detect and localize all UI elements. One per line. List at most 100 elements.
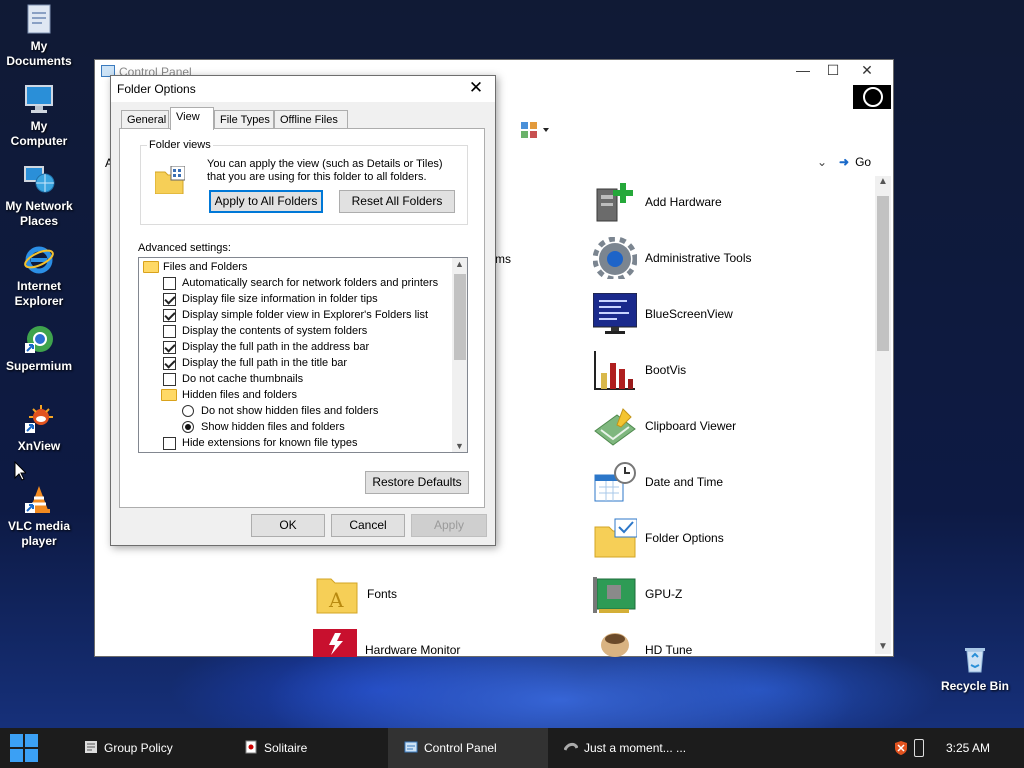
list-item[interactable]: Display the full path in the title bar <box>139 355 449 371</box>
start-button[interactable] <box>10 734 38 762</box>
scrollbar-thumb[interactable] <box>454 274 466 360</box>
chevron-down-icon[interactable]: ▼ <box>878 641 888 652</box>
desktop-icon-vlc-media-player[interactable]: VLC media player <box>0 483 78 549</box>
desktop-icon-label: Recycle Bin <box>940 679 1010 693</box>
desktop-icon-my-documents[interactable]: My Documents <box>0 3 78 69</box>
shield-icon[interactable] <box>894 740 908 756</box>
cancel-button[interactable]: Cancel <box>331 514 405 537</box>
close-icon[interactable]: ✕ <box>461 77 491 99</box>
folder-icon <box>161 389 177 401</box>
advanced-settings-label: Advanced settings: <box>138 242 231 254</box>
cp-item-label: Date and Time <box>645 475 724 489</box>
taskbar-item-browser[interactable]: Just a moment... ... <box>562 728 708 768</box>
dialog-titlebar[interactable]: Folder Options ✕ <box>111 76 495 102</box>
ok-button[interactable]: OK <box>251 514 325 537</box>
taskbar-item-solitaire[interactable]: Solitaire <box>242 728 388 768</box>
setting-radio[interactable] <box>182 421 194 433</box>
view-menu-button[interactable] <box>519 120 553 140</box>
list-item[interactable]: Hide extensions for known file types <box>139 435 449 451</box>
setting-label[interactable]: Hide extensions for known file types <box>182 435 357 451</box>
cp-item-label: Folder Options <box>645 531 724 545</box>
taskbar-clock[interactable]: 3:25 AM <box>946 741 990 755</box>
list-item[interactable]: Do not show hidden files and folders <box>139 403 449 419</box>
taskbar-item-label: Control Panel <box>424 741 497 755</box>
go-button[interactable]: ➜ Go <box>839 155 871 169</box>
control-panel-scrollbar[interactable]: ▲ ▼ <box>875 176 891 654</box>
solitaire-icon <box>244 740 258 754</box>
setting-label[interactable]: Display the contents of system folders <box>182 323 367 339</box>
cp-item-label: Clipboard Viewer <box>645 419 737 433</box>
setting-label[interactable]: Display simple folder view in Explorer's… <box>182 307 428 323</box>
taskbar-item-label: Just a moment... ... <box>584 741 687 755</box>
setting-label[interactable]: Display the full path in the address bar <box>182 339 369 355</box>
chevron-up-icon[interactable]: ▲ <box>878 176 888 187</box>
settings-scrollbar[interactable]: ▲ ▼ <box>452 258 467 452</box>
list-item[interactable]: Show hidden files and folders <box>139 419 449 435</box>
setting-label[interactable]: Show hidden files and folders <box>201 419 345 435</box>
search-icon[interactable] <box>853 85 891 109</box>
partial-item-label: ms <box>495 252 511 266</box>
bar-chart-icon <box>593 349 637 391</box>
setting-checkbox[interactable] <box>163 341 176 354</box>
setting-checkbox[interactable] <box>163 309 176 322</box>
setting-checkbox[interactable] <box>163 325 176 338</box>
desktop-icon-xnview[interactable]: XnView <box>0 403 78 454</box>
desktop-icon-recycle-bin[interactable]: Recycle Bin <box>936 643 1014 694</box>
chevron-down-icon[interactable]: ⌄ <box>817 155 827 169</box>
restore-defaults-button[interactable]: Restore Defaults <box>365 471 469 494</box>
taskbar-item-label: Solitaire <box>264 741 308 755</box>
close-button[interactable]: ✕ <box>857 62 877 80</box>
setting-checkbox[interactable] <box>163 293 176 306</box>
scrollbar-thumb[interactable] <box>877 196 889 351</box>
setting-label[interactable]: Do not show hidden files and folders <box>201 403 378 419</box>
desktop-icon-my-computer[interactable]: My Computer <box>0 83 78 149</box>
list-item[interactable]: Display simple folder view in Explorer's… <box>139 307 449 323</box>
setting-radio[interactable] <box>182 405 194 417</box>
list-item[interactable]: Do not cache thumbnails <box>139 371 449 387</box>
list-item[interactable]: Display file size information in folder … <box>139 291 449 307</box>
reset-all-folders-button[interactable]: Reset All Folders <box>339 190 455 213</box>
xnview-icon <box>23 403 55 435</box>
computer-icon <box>23 83 55 115</box>
cp-item-label: Hardware Monitor <box>365 643 461 657</box>
apply-to-all-folders-button[interactable]: Apply to All Folders <box>209 190 323 213</box>
usb-icon[interactable] <box>914 739 924 757</box>
cp-item-label: BootVis <box>645 363 687 377</box>
advanced-settings-list[interactable]: Files and Folders Automatically search f… <box>138 257 468 453</box>
setting-checkbox[interactable] <box>163 277 176 290</box>
desktop-icon-internet-explorer[interactable]: Internet Explorer <box>0 243 78 309</box>
tab-file-types[interactable]: File Types <box>214 110 274 129</box>
setting-label[interactable]: Display file size information in folder … <box>182 291 378 307</box>
folder-views-legend: Folder views <box>147 139 213 151</box>
setting-label[interactable]: Display the full path in the title bar <box>182 355 347 371</box>
desktop-icon-supermium[interactable]: Supermium <box>0 323 78 374</box>
maximize-button[interactable]: ☐ <box>823 62 843 80</box>
setting-label[interactable]: Do not cache thumbnails <box>182 371 303 387</box>
setting-checkbox[interactable] <box>163 373 176 386</box>
taskbar-item-group-policy[interactable]: Group Policy <box>82 728 230 768</box>
chevron-down-icon[interactable]: ▼ <box>455 441 464 451</box>
list-item[interactable]: Display the contents of system folders <box>139 323 449 339</box>
minimize-button[interactable]: — <box>793 62 813 80</box>
desktop-icon-my-network-places[interactable]: My Network Places <box>0 163 78 229</box>
arrow-right-icon: ➜ <box>839 155 850 169</box>
folder-icon <box>143 261 159 273</box>
taskbar-item-control-panel[interactable]: Control Panel <box>388 728 548 768</box>
setting-label[interactable]: Automatically search for network folders… <box>182 275 438 291</box>
apply-button[interactable]: Apply <box>411 514 487 537</box>
tab-general[interactable]: General <box>121 110 169 129</box>
group-policy-icon <box>84 740 98 754</box>
folder-options-dialog[interactable]: Folder Options ✕ General View File Types… <box>110 75 496 546</box>
tab-view[interactable]: View <box>170 107 214 130</box>
add-hardware-icon <box>593 181 637 223</box>
setting-checkbox[interactable] <box>163 357 176 370</box>
setting-checkbox[interactable] <box>163 437 176 450</box>
documents-icon <box>23 3 55 35</box>
clipboard-icon <box>593 405 637 447</box>
list-item[interactable]: Display the full path in the address bar <box>139 339 449 355</box>
gear-icon <box>592 236 638 282</box>
hd-tune-icon <box>593 629 637 671</box>
chevron-up-icon[interactable]: ▲ <box>455 259 464 269</box>
tab-offline-files[interactable]: Offline Files <box>274 110 348 129</box>
list-item[interactable]: Automatically search for network folders… <box>139 275 449 291</box>
